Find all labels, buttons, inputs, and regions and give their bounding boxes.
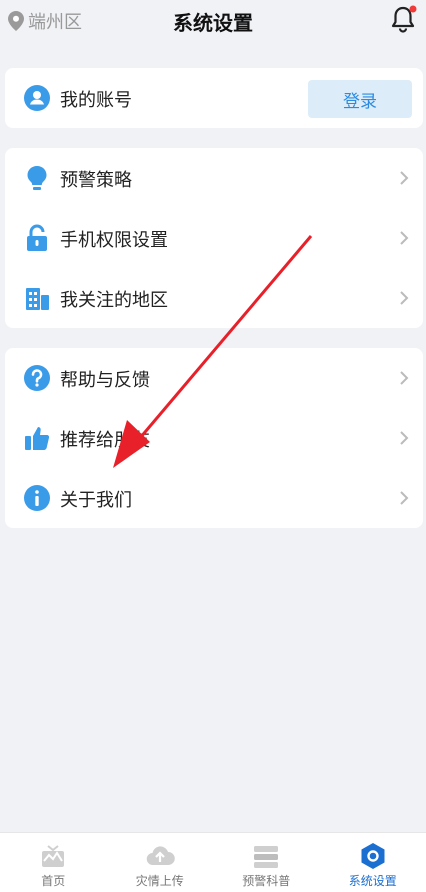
chevron-right-icon — [400, 291, 409, 305]
settings-group-1: 预警策略 手机权限设置 我关注的地区 — [5, 148, 423, 328]
cloud-upload-icon — [146, 846, 175, 866]
lightbulb-icon — [27, 166, 47, 190]
settings-hex-icon — [361, 843, 385, 869]
bell-icon[interactable] — [388, 4, 418, 34]
thumbs-up-icon — [25, 427, 50, 450]
header: 端州区 系统设置 — [0, 0, 426, 44]
list-item-label: 推荐给朋友 — [60, 430, 150, 451]
login-button[interactable]: 登录 — [308, 80, 412, 118]
list-item-followed-regions[interactable]: 我关注的地区 — [5, 268, 423, 328]
list-item-about-us[interactable]: 关于我们 — [5, 468, 423, 528]
tab-home[interactable]: 首页 — [0, 833, 107, 892]
account-card: 我的账号 登录 — [5, 68, 423, 128]
bottom-tab-bar: 首页 灾情上传 预警科普 系统设置 — [0, 832, 426, 892]
list-item-help-feedback[interactable]: 帮助与反馈 — [5, 348, 423, 408]
list-item-phone-permissions[interactable]: 手机权限设置 — [5, 208, 423, 268]
list-item-label: 帮助与反馈 — [60, 370, 150, 391]
settings-group-2: 帮助与反馈 推荐给朋友 关于我们 — [5, 348, 423, 528]
chevron-right-icon — [400, 431, 409, 445]
building-icon — [26, 288, 49, 310]
stack-icon — [254, 846, 279, 868]
list-item-label: 预警策略 — [60, 170, 132, 191]
tab-warning-science[interactable]: 预警科普 — [213, 833, 320, 892]
account-row[interactable]: 我的账号 登录 — [5, 68, 423, 128]
list-item-warning-strategy[interactable]: 预警策略 — [5, 148, 423, 208]
home-icon — [42, 845, 65, 867]
question-icon — [24, 365, 50, 391]
tab-label: 系统设置 — [348, 874, 397, 888]
account-label: 我的账号 — [60, 90, 132, 111]
chevron-right-icon — [400, 171, 409, 185]
tab-label: 预警科普 — [242, 874, 291, 888]
tab-label: 首页 — [41, 874, 66, 888]
chevron-right-icon — [400, 371, 409, 385]
chevron-right-icon — [400, 491, 409, 505]
user-icon — [24, 85, 50, 111]
info-icon — [24, 485, 50, 511]
lock-icon — [27, 224, 47, 251]
list-item-label: 我关注的地区 — [60, 290, 168, 311]
tab-disaster-upload[interactable]: 灾情上传 — [107, 833, 214, 892]
tab-system-settings[interactable]: 系统设置 — [320, 833, 426, 892]
page-title: 系统设置 — [173, 11, 253, 35]
list-item-recommend[interactable]: 推荐给朋友 — [5, 408, 423, 468]
chevron-right-icon — [400, 231, 409, 245]
list-item-label: 关于我们 — [60, 490, 132, 511]
list-item-label: 手机权限设置 — [60, 230, 168, 251]
tab-label: 灾情上传 — [135, 874, 184, 888]
